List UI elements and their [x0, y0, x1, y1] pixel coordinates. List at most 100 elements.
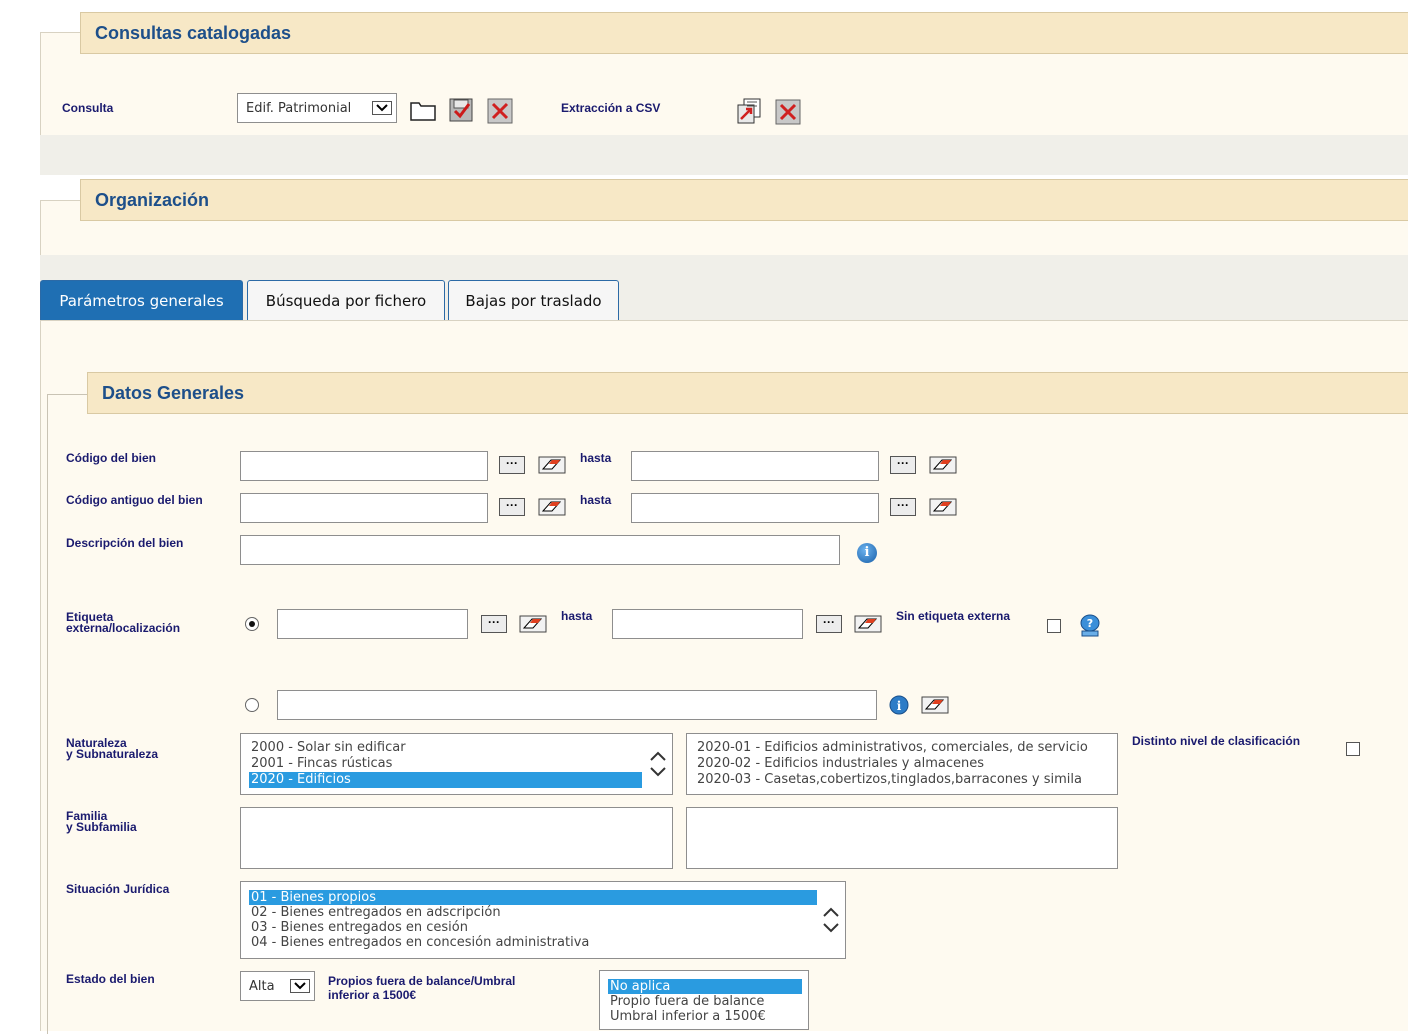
list-item[interactable]: 2020-03 - Casetas,cobertizos,tinglados,b… [695, 772, 1112, 788]
consulta-label: Consulta [62, 101, 114, 115]
list-item[interactable]: 04 - Bienes entregados en concesión admi… [249, 935, 817, 950]
csv-export-icon[interactable] [735, 97, 763, 125]
etiqueta-hasta-input[interactable] [612, 609, 803, 639]
naturaleza-options: 2000 - Solar sin edificar 2001 - Fincas … [249, 740, 642, 788]
naturaleza-listbox[interactable]: 2000 - Solar sin edificar 2001 - Fincas … [240, 733, 673, 795]
sin-etiqueta-label: Sin etiqueta externa [896, 609, 1011, 623]
propios-label-line2: inferior a 1500€ [328, 988, 417, 1002]
situacion-options: 01 - Bienes propios 02 - Bienes entregad… [249, 890, 817, 950]
svg-text:i: i [897, 699, 902, 713]
list-item[interactable]: 2020 - Edificios [249, 772, 642, 788]
chevron-down-icon[interactable] [650, 767, 666, 777]
datos-frame-top [47, 394, 89, 395]
list-item[interactable]: 2001 - Fincas rústicas [249, 756, 642, 772]
naturaleza-label-line2: y Subnaturaleza [66, 747, 159, 761]
etiqueta-label-line2: externa/localización [66, 621, 181, 635]
info-icon[interactable]: i [857, 543, 877, 563]
etiqueta-label: Etiqueta externa/localización [66, 611, 181, 635]
situacion-juridica-listbox[interactable]: 01 - Bienes propios 02 - Bienes entregad… [240, 881, 846, 959]
organizacion-legend: Organización [80, 179, 1408, 221]
hasta-label: hasta [580, 451, 612, 465]
descripcion-input[interactable] [240, 535, 840, 565]
chevron-down-icon[interactable] [823, 923, 839, 933]
ellipsis-icon[interactable]: ··· [481, 615, 507, 633]
scrollbar[interactable] [817, 882, 845, 958]
eraser-icon[interactable] [929, 455, 957, 475]
info-icon[interactable]: i [888, 695, 910, 715]
delete-icon[interactable] [487, 98, 513, 124]
ellipsis-icon[interactable]: ··· [499, 498, 525, 516]
ellipsis-icon[interactable]: ··· [816, 615, 842, 633]
chevron-down-icon [372, 101, 392, 115]
list-item[interactable]: Propio fuera de balance [608, 994, 802, 1009]
familia-listbox[interactable] [240, 807, 673, 869]
propios-options: No aplica Propio fuera de balance Umbral… [608, 979, 802, 1024]
distinto-nivel-label: Distinto nivel de clasificación [1132, 734, 1301, 748]
list-item[interactable]: 03 - Bienes entregados en cesión [249, 920, 817, 935]
codigo-bien-label: Código del bien [66, 451, 156, 465]
propios-label-line1: Propios fuera de balance/Umbral [328, 974, 516, 988]
consulta-select[interactable]: Edif. Patrimonial [237, 93, 397, 123]
list-item[interactable]: Umbral inferior a 1500€ [608, 1009, 802, 1024]
familia-label-line2: y Subfamilia [66, 820, 137, 834]
eraser-icon[interactable] [519, 614, 547, 634]
datos-frame-left [47, 394, 48, 1034]
list-item[interactable]: 2000 - Solar sin edificar [249, 740, 642, 756]
datos-generales-legend: Datos Generales [87, 372, 1408, 414]
svg-text:?: ? [1087, 617, 1093, 630]
etiqueta-texto-radio[interactable] [245, 698, 259, 712]
chevron-up-icon[interactable] [823, 907, 839, 917]
distinto-nivel-checkbox[interactable] [1346, 742, 1360, 756]
eraser-icon[interactable] [921, 695, 949, 715]
extraccion-csv-label: Extracción a CSV [561, 101, 661, 115]
help-icon[interactable]: ? [1078, 614, 1102, 638]
situacion-juridica-label: Situación Jurídica [66, 882, 170, 896]
save-query-icon[interactable] [448, 97, 474, 123]
eraser-icon[interactable] [538, 455, 566, 475]
sin-etiqueta-checkbox[interactable] [1047, 619, 1061, 633]
codigo-bien-hasta-input[interactable] [631, 451, 879, 481]
descripcion-label: Descripción del bien [66, 536, 184, 550]
codigo-antiguo-label: Código antiguo del bien [66, 493, 203, 507]
etiqueta-desde-input[interactable] [277, 609, 468, 639]
eraser-icon[interactable] [929, 497, 957, 517]
list-item[interactable]: No aplica [608, 979, 802, 994]
codigo-antiguo-hasta-input[interactable] [631, 493, 879, 523]
tab-parametros-generales[interactable]: Parámetros generales [40, 280, 243, 320]
consulta-select-value: Edif. Patrimonial [246, 100, 352, 116]
etiqueta-texto-input[interactable] [277, 690, 877, 720]
familia-label: Familia y Subfamilia [66, 810, 137, 834]
etiqueta-rango-radio[interactable] [245, 617, 259, 631]
propios-fuera-balance-listbox[interactable]: No aplica Propio fuera de balance Umbral… [599, 970, 809, 1030]
eraser-icon[interactable] [854, 614, 882, 634]
estado-bien-label: Estado del bien [66, 972, 155, 986]
list-item[interactable]: 01 - Bienes propios [249, 890, 817, 905]
list-item[interactable]: 02 - Bienes entregados en adscripción [249, 905, 817, 920]
list-item[interactable]: 2020-01 - Edificios administrativos, com… [695, 740, 1112, 756]
naturaleza-label: Naturaleza y Subnaturaleza [66, 737, 159, 761]
estado-bien-select[interactable]: Alta [240, 971, 315, 1001]
ellipsis-icon[interactable]: ··· [499, 456, 525, 474]
ellipsis-icon[interactable]: ··· [890, 498, 916, 516]
scrollbar[interactable] [644, 734, 672, 794]
delete-icon[interactable] [775, 99, 801, 125]
tab-busqueda-por-fichero[interactable]: Búsqueda por fichero [247, 280, 445, 320]
chevron-down-icon [290, 979, 310, 993]
estado-bien-select-value: Alta [249, 978, 275, 994]
hasta-label: hasta [580, 493, 612, 507]
tabs-band [40, 255, 1408, 320]
folder-icon[interactable] [410, 99, 436, 121]
chevron-up-icon[interactable] [650, 751, 666, 761]
codigo-bien-desde-input[interactable] [240, 451, 488, 481]
codigo-antiguo-desde-input[interactable] [240, 493, 488, 523]
list-item[interactable]: 2020-02 - Edificios industriales y almac… [695, 756, 1112, 772]
separator-band [40, 135, 1408, 175]
hasta-label: hasta [561, 609, 593, 623]
subfamilia-listbox[interactable] [686, 807, 1118, 869]
ellipsis-icon[interactable]: ··· [890, 456, 916, 474]
eraser-icon[interactable] [538, 497, 566, 517]
subnaturaleza-listbox[interactable]: 2020-01 - Edificios administrativos, com… [686, 733, 1118, 795]
tab-bajas-por-traslado[interactable]: Bajas por traslado [448, 280, 619, 320]
consultas-legend: Consultas catalogadas [80, 12, 1408, 54]
propios-fuera-balance-label: Propios fuera de balance/Umbral inferior… [328, 974, 515, 1002]
